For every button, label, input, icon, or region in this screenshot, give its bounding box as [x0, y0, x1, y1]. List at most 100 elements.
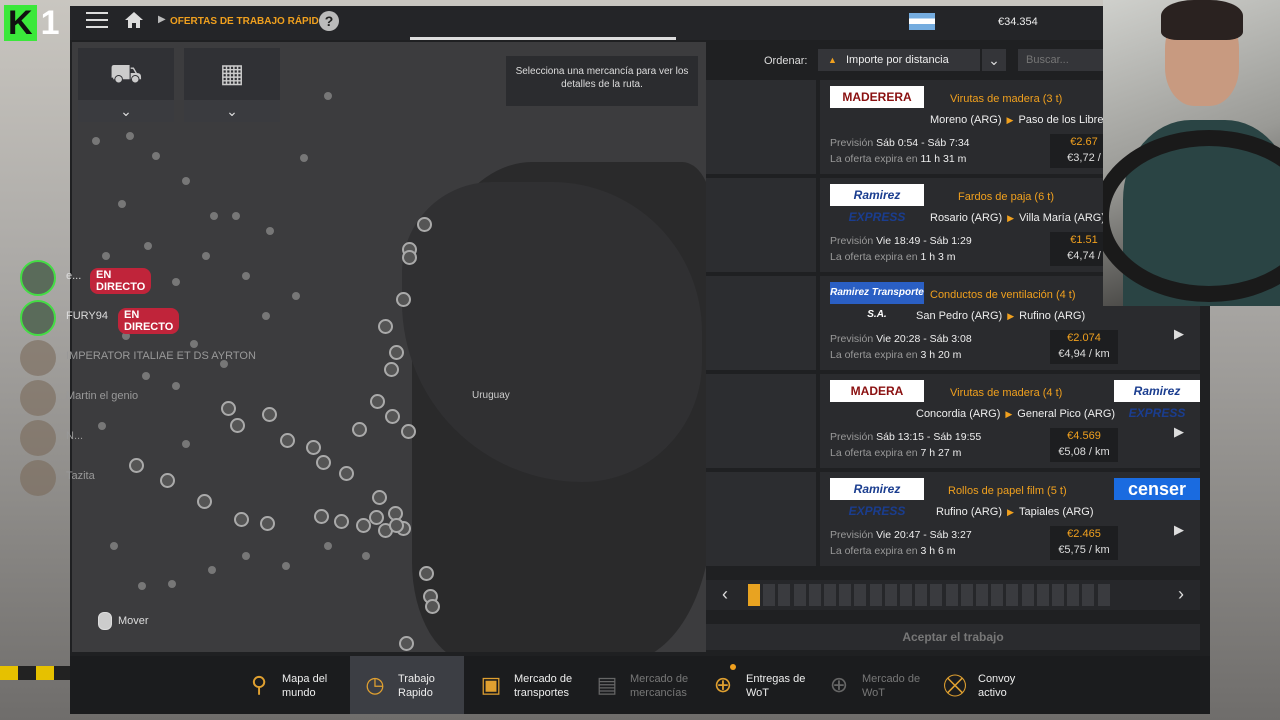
price-box: €2.465 €5,75 / km	[1050, 526, 1118, 560]
expiry-row: La oferta expira en 1 h 3 m	[830, 251, 956, 263]
page-segment[interactable]	[869, 584, 882, 606]
page-segment[interactable]	[1082, 584, 1095, 606]
map-city-marker[interactable]	[389, 345, 404, 360]
map-city-marker[interactable]	[370, 394, 385, 409]
page-segment[interactable]	[839, 584, 852, 606]
page-segment[interactable]	[960, 584, 973, 606]
map-city-marker[interactable]	[221, 401, 236, 416]
page-segment[interactable]	[824, 584, 836, 606]
map-city-marker[interactable]	[160, 473, 175, 488]
job-details-arrow-icon[interactable]: ▶	[1174, 424, 1184, 440]
sort-select[interactable]: ▲ Importe por distancia	[818, 49, 980, 71]
map-city-marker[interactable]	[378, 319, 393, 334]
map-city-marker[interactable]	[262, 407, 277, 422]
map-city-marker[interactable]	[396, 292, 411, 307]
map-city-marker[interactable]	[401, 424, 416, 439]
map-city-marker[interactable]	[234, 512, 249, 527]
page-segment[interactable]	[991, 584, 1004, 606]
map-city-marker[interactable]	[399, 636, 414, 651]
page-segment[interactable]	[1097, 584, 1110, 606]
map-city-marker[interactable]	[372, 490, 387, 505]
map-city-marker[interactable]	[385, 409, 400, 424]
map-city-marker[interactable]	[334, 514, 349, 529]
map-road-node	[126, 132, 134, 140]
tab-wot-market[interactable]: ⊕ Mercado de WoT	[814, 656, 928, 714]
page-segment[interactable]	[900, 584, 912, 606]
page-segment[interactable]	[1067, 584, 1080, 606]
map-city-marker[interactable]	[419, 566, 434, 581]
job-offer[interactable]: MADERA Ramirez EXPRESS Virutas de madera…	[706, 374, 1200, 468]
tab-world-map[interactable]: ⚲ Mapa del mundo	[234, 656, 348, 714]
map-city-marker[interactable]	[260, 516, 275, 531]
map-city-marker[interactable]	[306, 440, 321, 455]
map-city-marker[interactable]	[280, 433, 295, 448]
route-destination: Rufino (ARG)	[1019, 310, 1086, 322]
job-details-arrow-icon[interactable]: ▶	[1174, 522, 1184, 538]
map-city-marker[interactable]	[129, 458, 144, 473]
webcam-person-hair	[1161, 0, 1243, 40]
help-button[interactable]: ?	[319, 11, 339, 31]
tab-wot-deliveries[interactable]: ⊕ Entregas de WoT	[698, 656, 812, 714]
truck-filter-button[interactable]: ⛟ ⌄	[78, 48, 174, 122]
page-segment[interactable]	[1006, 584, 1019, 606]
map-city-marker[interactable]	[230, 418, 245, 433]
tab-cargo-market[interactable]: ▤ Mercado de mercancías	[582, 656, 696, 714]
map-city-marker[interactable]	[402, 250, 417, 265]
page-segment[interactable]	[976, 584, 988, 606]
page-segment[interactable]	[1036, 584, 1049, 606]
page-segment[interactable]	[793, 584, 806, 606]
page-segment[interactable]	[1021, 584, 1034, 606]
page-segment[interactable]	[884, 584, 897, 606]
prevision-row: Previsión Vie 20:47 - Sáb 3:27	[830, 529, 972, 541]
breadcrumb-arrow-icon: ▶	[158, 14, 166, 25]
map-city-marker[interactable]	[425, 599, 440, 614]
page-segment[interactable]	[748, 584, 760, 606]
route-arrow-icon: ▶	[1007, 507, 1014, 517]
tab-quick-job[interactable]: ◷ Trabajo Rapido	[350, 656, 464, 714]
map-city-marker[interactable]	[352, 422, 367, 437]
page-segment[interactable]	[945, 584, 958, 606]
price: €4.569	[1067, 430, 1101, 442]
steering-wheel	[1103, 130, 1280, 302]
map-city-marker[interactable]	[339, 466, 354, 481]
accept-job-button[interactable]: Aceptar el trabajo	[706, 624, 1200, 650]
cargo-name: Virutas de madera (4 t)	[950, 387, 1063, 399]
page-segment[interactable]	[915, 584, 928, 606]
search-input[interactable]	[1018, 49, 1108, 71]
clock-icon: ◷	[365, 672, 385, 697]
route-destination: Tapiales (ARG)	[1018, 506, 1094, 518]
prevision-label: Previsión	[830, 333, 874, 345]
chevron-down-icon[interactable]: ⌄	[982, 49, 1006, 71]
home-icon[interactable]	[124, 11, 144, 29]
streamer-name: e...	[66, 270, 82, 282]
map-city-marker[interactable]	[314, 509, 329, 524]
page-segment[interactable]	[854, 584, 867, 606]
job-offer-body: Ramirez EXPRESS censer Rollos de papel f…	[820, 472, 1200, 566]
tab-active-convoy[interactable]: ⛒ Convoy activo	[930, 656, 1044, 714]
move-hint: Mover	[98, 612, 149, 630]
menu-icon[interactable]	[86, 12, 108, 28]
map-label-uruguay: Uruguay	[472, 390, 510, 401]
page-segment[interactable]	[778, 584, 791, 606]
cargo-filter-button[interactable]: ▦ ⌄	[184, 48, 280, 122]
route-map[interactable]: Uruguay	[72, 42, 706, 652]
warehouse-icon: ▤	[596, 672, 618, 697]
job-offer[interactable]: Ramirez EXPRESS censer Rollos de papel f…	[706, 472, 1200, 566]
truck-front-icon: ⛟	[109, 58, 143, 88]
map-city-marker[interactable]	[389, 518, 404, 533]
map-road-node	[208, 566, 216, 574]
map-city-marker[interactable]	[384, 362, 399, 377]
map-city-marker[interactable]	[316, 455, 331, 470]
page-segment[interactable]	[930, 584, 943, 606]
webcam-overlay	[1103, 0, 1280, 306]
map-city-marker[interactable]	[197, 494, 212, 509]
chevron-right-icon[interactable]: ›	[1168, 584, 1194, 605]
page-segment[interactable]	[1052, 584, 1064, 606]
page-segment[interactable]	[763, 584, 776, 606]
tab-freight-market[interactable]: ▣ Mercado de transportes	[466, 656, 580, 714]
map-city-marker[interactable]	[417, 217, 432, 232]
chevron-left-icon[interactable]: ‹	[712, 584, 738, 605]
page-segment[interactable]	[808, 584, 821, 606]
job-details-arrow-icon[interactable]: ▶	[1174, 326, 1184, 342]
company-logo: Ramirez EXPRESS	[830, 478, 924, 518]
